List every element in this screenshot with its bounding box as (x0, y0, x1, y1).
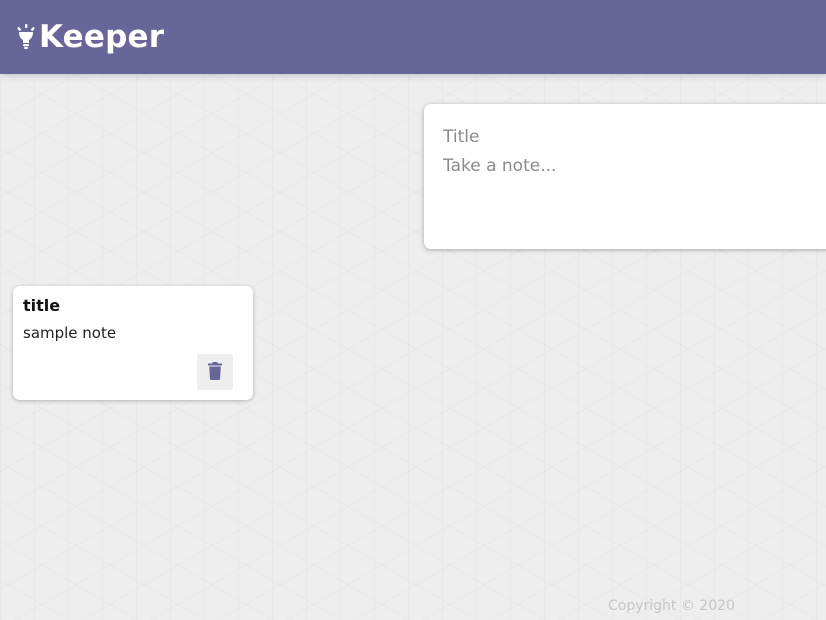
note-content-input[interactable] (443, 156, 803, 236)
lightbulb-icon (16, 24, 36, 50)
note-title-input[interactable] (443, 125, 803, 149)
app-logo: Keeper (16, 18, 165, 55)
create-note-form (424, 104, 826, 249)
footer-copyright: Copyright © 2020 (608, 598, 735, 614)
note-card: title sample note (13, 286, 253, 400)
trash-icon (208, 361, 222, 383)
note-title: title (23, 296, 61, 315)
app-title: Keeper (39, 18, 165, 55)
note-content: sample note (23, 324, 117, 342)
app-header: Keeper (0, 0, 826, 74)
delete-note-button[interactable] (197, 354, 233, 390)
